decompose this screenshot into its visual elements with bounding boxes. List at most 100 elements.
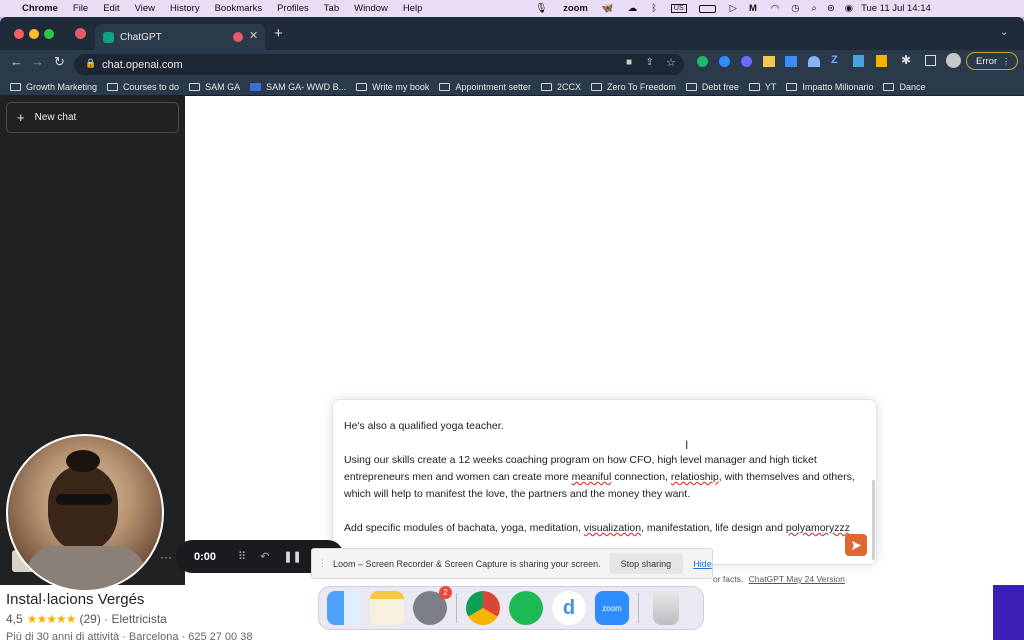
version-link[interactable]: ChatGPT May 24 Version — [749, 574, 845, 584]
search-icon[interactable]: ⌕ — [811, 3, 816, 14]
bluetooth-icon[interactable]: ᛒ — [651, 3, 657, 14]
more-options-icon: ⋮ — [1002, 56, 1011, 66]
menu-history[interactable]: History — [170, 3, 200, 14]
bookmark-impatto-milionario[interactable]: Impatto Milionario — [786, 82, 873, 92]
bookmark-label: SAM GA — [205, 81, 241, 92]
grammarly-icon[interactable] — [697, 56, 708, 67]
bookmark-growth-marketing[interactable]: Growth Marketing — [10, 82, 97, 92]
prompt-textarea[interactable]: He's also a qualified yoga teacher. Usin… — [332, 399, 877, 565]
menu-app-name[interactable]: Chrome — [22, 3, 58, 14]
stop-sharing-button[interactable]: Stop sharing — [608, 553, 684, 574]
new-tab-button[interactable]: + — [274, 25, 283, 42]
menu-help[interactable]: Help — [403, 3, 423, 14]
menu-edit[interactable]: Edit — [103, 3, 119, 14]
new-chat-button[interactable]: + New chat — [6, 102, 179, 133]
bookmark-yt[interactable]: YT — [748, 82, 776, 92]
bookmark-appointment-setter[interactable]: Appointment setter — [439, 82, 531, 92]
extension-circle-icon[interactable] — [741, 56, 752, 67]
bookmark-star-icon[interactable]: ☆ — [666, 56, 676, 69]
system-settings-icon[interactable]: 2 — [413, 586, 452, 625]
siri-icon[interactable]: ◉ — [845, 3, 853, 14]
presenter-shirt — [26, 546, 146, 590]
share-icon[interactable]: ⇪ — [646, 57, 654, 68]
maximize-window-button[interactable] — [44, 29, 54, 39]
menu-bookmarks[interactable]: Bookmarks — [215, 3, 263, 14]
keyboard-layout-icon[interactable]: US — [670, 4, 687, 13]
undo-icon[interactable]: ↶ — [260, 550, 269, 563]
play-icon[interactable]: ▷ — [730, 3, 737, 14]
folder-icon — [189, 82, 201, 91]
bookmark-2ccx[interactable]: 2CCX — [540, 82, 581, 92]
wifi-icon[interactable]: ◠ — [771, 3, 779, 14]
battery-icon[interactable] — [698, 4, 716, 13]
bookmark-write-my-book[interactable]: Write my book — [356, 82, 429, 92]
extensions-puzzle-icon[interactable]: ✱ — [901, 53, 911, 67]
menu-window[interactable]: Window — [354, 3, 388, 14]
tab-chatgpt[interactable]: ChatGPT ✕ — [95, 24, 265, 50]
extension-z-icon[interactable]: Z — [831, 54, 838, 66]
close-tab-icon[interactable]: ✕ — [249, 29, 258, 42]
bookmark-sam-ga[interactable]: SAM GA — [189, 82, 240, 92]
prompt-paragraph-2: Using our skills create a 12 weeks coach… — [344, 452, 866, 503]
menu-profiles[interactable]: Profiles — [277, 3, 309, 14]
side-panel-icon[interactable] — [925, 55, 936, 66]
tab-search-icon[interactable]: ⌄ — [1000, 27, 1008, 38]
send-button[interactable] — [845, 534, 867, 556]
chrome-icon[interactable] — [466, 591, 500, 625]
zoom-status-label[interactable]: zoom — [563, 3, 588, 14]
pinned-tab-icon[interactable] — [75, 28, 86, 39]
listing-details: Più di 30 anni di attività · Barcelona ·… — [6, 631, 253, 640]
extension-blue-icon[interactable] — [719, 56, 730, 67]
more-options-icon[interactable]: ··· — [160, 550, 172, 564]
text-cursor-icon: I — [685, 438, 689, 452]
forward-button[interactable]: → — [31, 54, 44, 69]
clock-icon[interactable]: ◷ — [791, 3, 799, 14]
loom-camera-bubble[interactable] — [6, 434, 164, 592]
close-window-button[interactable] — [14, 29, 24, 39]
download-icon[interactable] — [853, 55, 864, 67]
macos-dock: 2 d zoom — [318, 586, 704, 630]
pause-icon[interactable]: ❚❚ — [283, 550, 301, 563]
drag-handle-icon[interactable]: ⋮ — [318, 558, 327, 569]
camera-icon[interactable]: ■ — [626, 57, 632, 68]
d-app-icon[interactable]: d — [552, 591, 586, 625]
microphone-icon[interactable]: 🎙 — [535, 3, 547, 14]
url-text: chat.openai.com — [102, 58, 183, 71]
menu-file[interactable]: File — [73, 3, 88, 14]
bookmark-dance[interactable]: Dance — [883, 82, 925, 92]
trash-icon[interactable] — [653, 591, 679, 625]
spotify-icon[interactable] — [509, 591, 543, 625]
bookmark-debt-free[interactable]: Debt free — [685, 82, 739, 92]
zoom-app-icon[interactable]: zoom — [595, 591, 629, 625]
butterfly-icon[interactable]: 🦋 — [602, 3, 614, 14]
profile-avatar[interactable] — [946, 53, 961, 68]
bookmark-zero-to-freedom[interactable]: Zero To Freedom — [591, 82, 676, 92]
footer-text: or facts. — [713, 574, 744, 584]
back-button[interactable]: ← — [10, 54, 23, 69]
presenter-hair — [66, 450, 100, 472]
menu-tab[interactable]: Tab — [324, 3, 339, 14]
bookmark-label: Impatto Milionario — [802, 81, 874, 92]
bookmark-sam-ga-wwd[interactable]: SAM GA- WWD B... — [250, 82, 346, 92]
finder-icon[interactable] — [327, 591, 361, 625]
drag-handle-icon[interactable]: ⠿ — [238, 550, 246, 563]
notes-icon[interactable] — [370, 591, 404, 625]
bookmark-courses[interactable]: Courses to do — [107, 82, 179, 92]
extension-wave-icon[interactable] — [808, 56, 820, 67]
textarea-scrollbar[interactable] — [872, 480, 875, 560]
listing-rating: 4,5 — [6, 612, 23, 626]
m-app-icon[interactable]: M — [749, 3, 757, 14]
hide-button[interactable]: Hide — [693, 559, 712, 569]
control-center-icon[interactable]: ⊜ — [827, 3, 835, 14]
menu-view[interactable]: View — [135, 3, 155, 14]
minimize-window-button[interactable] — [29, 29, 39, 39]
reload-button[interactable]: ↻ — [54, 54, 65, 70]
cloud-icon[interactable]: ☁ — [628, 3, 638, 14]
profile-error-button[interactable]: Error ⋮ — [966, 52, 1018, 70]
extension-flag-icon[interactable] — [876, 55, 887, 67]
address-bar[interactable]: 🔒 chat.openai.com ■ ⇪ ☆ — [74, 54, 684, 75]
openai-icon — [103, 31, 114, 43]
date-time[interactable]: Tue 11 Jul 14:14 — [861, 3, 931, 14]
extension-window-icon[interactable] — [785, 56, 797, 67]
extension-yellow-icon[interactable] — [763, 56, 775, 67]
